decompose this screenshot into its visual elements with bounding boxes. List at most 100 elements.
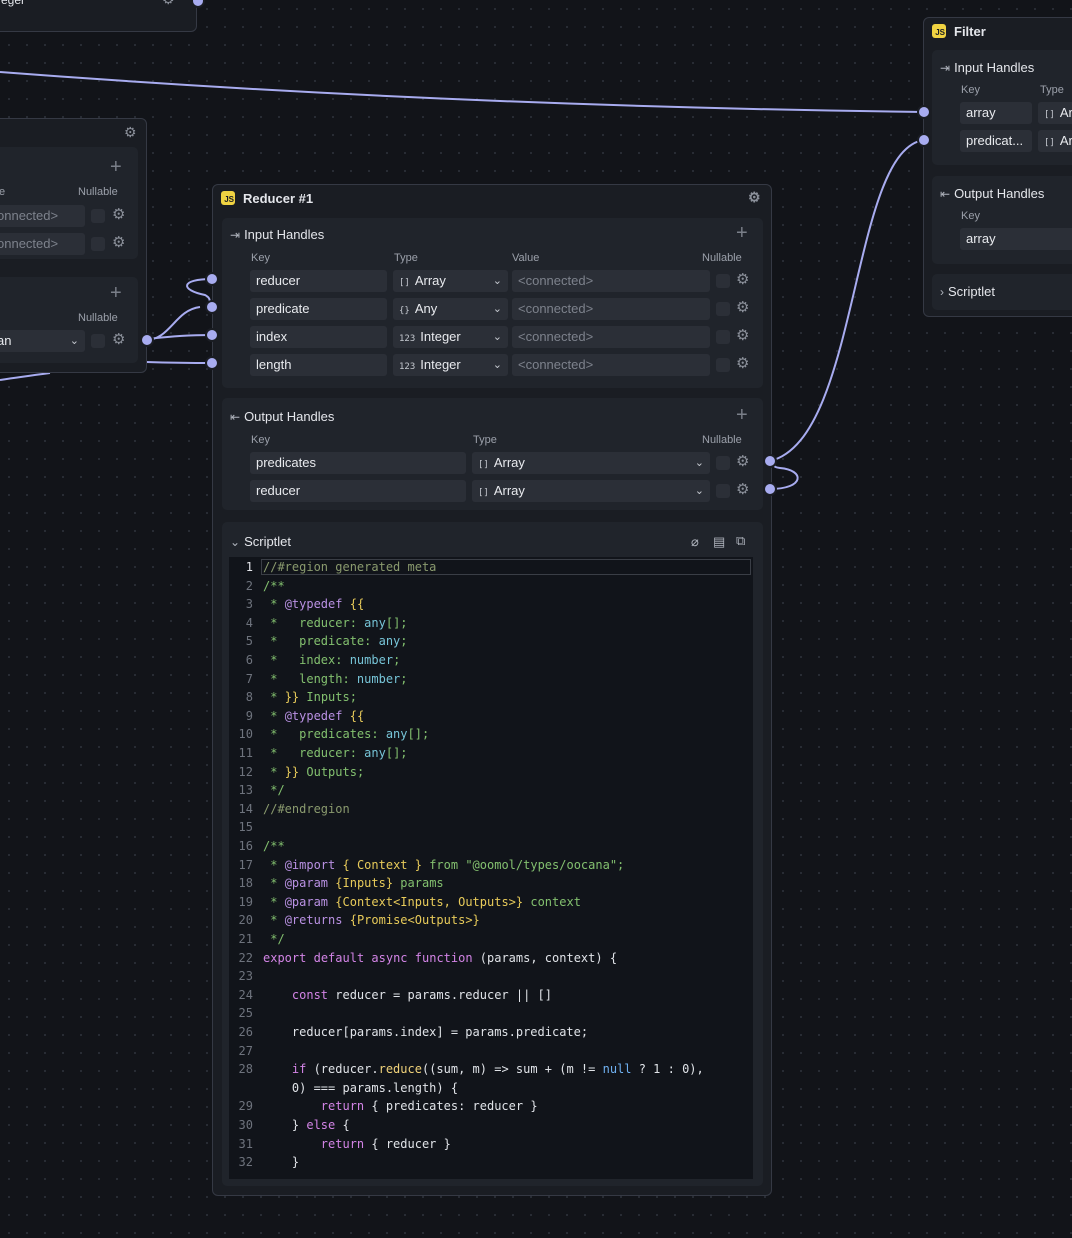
add-handle-icon[interactable]: + — [110, 283, 122, 303]
key-field[interactable]: predicat... — [960, 130, 1032, 152]
nullable-checkbox[interactable] — [716, 484, 730, 498]
key-text: index — [256, 329, 288, 344]
gear-icon[interactable]: ⚙ — [736, 300, 749, 315]
port-partial-left-output[interactable] — [140, 333, 154, 347]
gear-icon[interactable]: ⚙ — [748, 189, 761, 206]
line-number: 7 — [245, 671, 253, 686]
line-number: 12 — [238, 764, 253, 779]
nullable-checkbox[interactable] — [716, 330, 730, 344]
gear-icon[interactable]: ⚙ — [162, 0, 175, 8]
type-select[interactable]: [] Ar — [1038, 130, 1072, 152]
type-text: Array — [493, 483, 525, 498]
key-field[interactable]: reducer — [250, 480, 466, 502]
code-line: * }} Inputs; — [263, 690, 357, 705]
port-input-reducer[interactable] — [205, 272, 219, 286]
scriptlet-title[interactable]: ⌄ Scriptlet — [230, 534, 291, 549]
gear-icon[interactable]: ⚙ — [736, 454, 749, 469]
nullable-checkbox[interactable] — [91, 334, 105, 348]
port-filter-input-array[interactable] — [917, 105, 931, 119]
line-number: 20 — [238, 913, 253, 928]
port-input-index[interactable] — [205, 328, 219, 342]
gear-icon[interactable]: ⚙ — [112, 235, 125, 250]
nullable-checkbox[interactable] — [91, 237, 105, 251]
filter-node-header[interactable]: JS Filter — [924, 18, 1072, 44]
partial-node-top[interactable]: eger ⚙ — [0, 0, 197, 32]
value-field[interactable]: <connected> — [512, 354, 710, 376]
gear-icon[interactable]: ⚙ — [736, 482, 749, 497]
key-field[interactable]: index — [250, 326, 387, 348]
port-output-predicates[interactable] — [763, 454, 777, 468]
type-select[interactable]: 123 Integer ⌄ — [393, 354, 508, 376]
add-handle-icon[interactable]: + — [110, 157, 122, 177]
port-partial-top-output[interactable] — [191, 0, 205, 8]
scriptlet-title[interactable]: › Scriptlet — [940, 284, 995, 299]
code-line: * @param {Inputs} params — [263, 876, 444, 891]
paperclip-icon[interactable]: ⌀ — [691, 534, 699, 550]
key-field[interactable]: length — [250, 354, 387, 376]
value-field[interactable]: onnected> — [0, 233, 85, 255]
add-input-handle-icon[interactable]: + — [736, 223, 748, 243]
type-select[interactable]: 123 Integer ⌄ — [393, 326, 508, 348]
partial-node-left[interactable]: ⚙ + e Nullable onnected> ⚙ onnected> ⚙ +… — [0, 118, 147, 373]
line-number: 30 — [238, 1118, 253, 1132]
nullable-checkbox[interactable] — [716, 274, 730, 288]
type-select[interactable]: [] Array ⌄ — [393, 270, 508, 292]
add-output-handle-icon[interactable]: + — [736, 405, 748, 425]
type-select[interactable]: [] Ar — [1038, 102, 1072, 124]
type-select[interactable]: [] Array ⌄ — [472, 480, 710, 502]
line-number: 18 — [238, 876, 253, 891]
reducer-node-header[interactable]: JS Reducer #1 ⚙ — [213, 185, 771, 211]
output-handles-title[interactable]: ⇤ Output Handles — [230, 409, 334, 424]
output-handles-title[interactable]: ⇤ Output Handles — [940, 186, 1044, 201]
value-field[interactable]: onnected> — [0, 205, 85, 227]
value-field[interactable]: <connected> — [512, 298, 710, 320]
col-key-header: Key — [251, 252, 270, 264]
port-input-length[interactable] — [205, 356, 219, 370]
js-badge-icon: JS — [221, 191, 235, 205]
key-field[interactable]: array — [960, 102, 1032, 124]
port-output-reducer[interactable] — [763, 482, 777, 496]
key-field[interactable]: predicate — [250, 298, 387, 320]
output-handles-label: Output Handles — [954, 186, 1045, 201]
code-line: /** — [263, 578, 285, 593]
gear-icon[interactable]: ⚙ — [736, 356, 749, 371]
input-handles-title[interactable]: ⇥ Input Handles — [230, 227, 324, 242]
gear-icon[interactable]: ⚙ — [124, 124, 137, 141]
nullable-checkbox[interactable] — [716, 456, 730, 470]
input-handles-title[interactable]: ⇥ Input Handles — [940, 60, 1034, 75]
filter-node[interactable]: JS Filter ⇥ Input Handles Key Type array… — [923, 17, 1072, 317]
code-line: } — [263, 1155, 300, 1170]
nullable-checkbox[interactable] — [716, 302, 730, 316]
gear-icon[interactable]: ⚙ — [112, 207, 125, 222]
type-select[interactable]: an ⌄ — [0, 330, 85, 352]
book-icon[interactable]: ▤ — [713, 534, 725, 550]
type-select[interactable]: [] Array ⌄ — [472, 452, 710, 474]
port-filter-input-predicate[interactable] — [917, 133, 931, 147]
code-line: * reducer: any[]; — [263, 746, 408, 760]
line-number: 21 — [238, 932, 253, 946]
external-link-icon[interactable]: ⧉ — [736, 533, 745, 549]
integer-type-icon: 123 — [399, 362, 416, 372]
gear-icon[interactable]: ⚙ — [736, 328, 749, 343]
gear-icon[interactable]: ⚙ — [112, 332, 125, 347]
code-line: //#region generated meta — [263, 560, 437, 574]
gear-icon[interactable]: ⚙ — [736, 272, 749, 287]
value-text: <connected> — [518, 273, 594, 288]
key-field[interactable]: reducer — [250, 270, 387, 292]
nullable-checkbox[interactable] — [91, 209, 105, 223]
code-line: * @typedef {{ — [263, 597, 365, 612]
port-input-predicate[interactable] — [205, 300, 219, 314]
line-number: 5 — [245, 634, 253, 649]
key-field[interactable]: predicates — [250, 452, 466, 474]
code-line: * length: number; — [263, 671, 408, 686]
key-text: length — [256, 357, 292, 372]
type-select[interactable]: {} Any ⌄ — [393, 298, 508, 320]
line-number: 2 — [245, 578, 253, 593]
value-field[interactable]: <connected> — [512, 270, 710, 292]
code-line: /** — [263, 839, 285, 853]
value-field[interactable]: <connected> — [512, 326, 710, 348]
code-editor[interactable]: 1 2 3 4 5 6 7 8 9 10 11 12 13 14 15 16 17 18 19 20 21 22 23 24 2… — [229, 557, 753, 1179]
value-text: onnected> — [0, 208, 59, 223]
nullable-checkbox[interactable] — [716, 358, 730, 372]
key-field[interactable]: array — [960, 228, 1072, 250]
